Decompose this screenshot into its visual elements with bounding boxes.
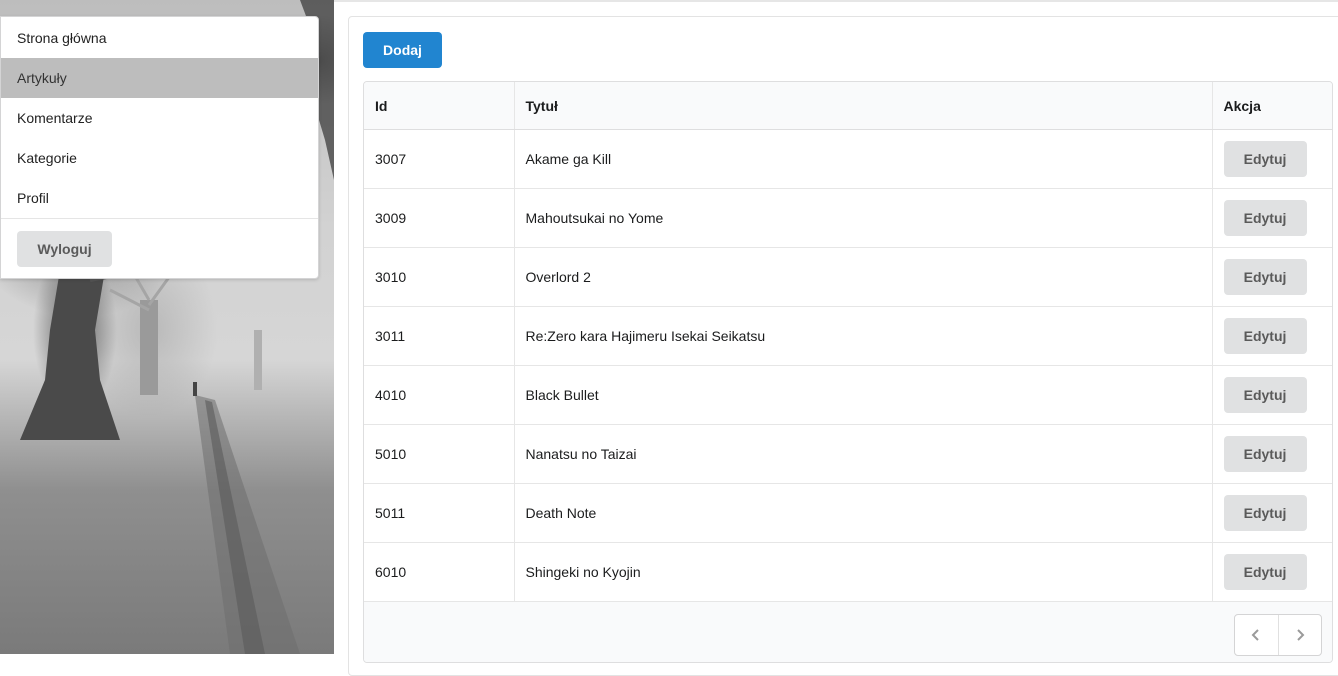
sidebar-item-home[interactable]: Strona główna [1, 18, 318, 58]
cell-title: Re:Zero kara Hajimeru Isekai Seikatsu [513, 306, 1212, 366]
main-panel: Dodaj Id Tytuł Akcja 3007 Akame ga Kill Ed… [348, 16, 1338, 676]
add-button[interactable]: Dodaj [363, 32, 442, 68]
table-body: 3007 Akame ga Kill Edytuj 3009 Mahoutsukai n… [364, 129, 1332, 602]
sidebar-item-articles[interactable]: Artykuły [1, 58, 318, 98]
table-row: 5011 Death Note Edytuj [364, 483, 1332, 543]
table-row: 4010 Black Bullet Edytuj [364, 365, 1332, 425]
pagination [1234, 614, 1322, 656]
edit-button[interactable]: Edytuj [1223, 495, 1307, 531]
prev-page-button[interactable] [1235, 615, 1278, 655]
cell-action: Edytuj [1211, 483, 1332, 543]
top-border [334, 0, 1338, 2]
cell-id: 3009 [364, 188, 514, 248]
cell-title: Black Bullet [513, 365, 1212, 425]
cell-title: Nanatsu no Taizai [513, 424, 1212, 484]
table-header-row: Id Tytuł Akcja [364, 82, 1332, 130]
edit-button[interactable]: Edytuj [1223, 141, 1307, 177]
cell-id: 3007 [364, 129, 514, 189]
edit-button[interactable]: Edytuj [1223, 554, 1307, 590]
cell-action: Edytuj [1211, 365, 1332, 425]
cell-id: 6010 [364, 542, 514, 602]
edit-button[interactable]: Edytuj [1223, 200, 1307, 236]
table-row: 3011 Re:Zero kara Hajimeru Isekai Seikats… [364, 306, 1332, 366]
table-row: 3009 Mahoutsukai no Yome Edytuj [364, 188, 1332, 248]
sidebar-item-profile[interactable]: Profil [1, 178, 318, 218]
cell-title: Mahoutsukai no Yome [513, 188, 1212, 248]
cell-title: Death Note [513, 483, 1212, 543]
edit-button[interactable]: Edytuj [1223, 377, 1307, 413]
column-header-action: Akcja [1211, 82, 1332, 130]
cell-action: Edytuj [1211, 129, 1332, 189]
next-page-button[interactable] [1277, 615, 1322, 655]
sidebar-menu: Strona główna Artykuły Komentarze Katego… [0, 16, 319, 279]
cell-action: Edytuj [1211, 247, 1332, 307]
cell-action: Edytuj [1211, 188, 1332, 248]
cell-action: Edytuj [1211, 424, 1332, 484]
logout-button[interactable]: Wyloguj [17, 231, 112, 267]
table-row: 3010 Overlord 2 Edytuj [364, 247, 1332, 307]
cell-action: Edytuj [1211, 306, 1332, 366]
column-header-id: Id [364, 82, 514, 130]
cell-title: Akame ga Kill [513, 129, 1212, 189]
cell-id: 5010 [364, 424, 514, 484]
edit-button[interactable]: Edytuj [1223, 318, 1307, 354]
cell-title: Overlord 2 [513, 247, 1212, 307]
cell-id: 5011 [364, 483, 514, 543]
articles-table: Id Tytuł Akcja 3007 Akame ga Kill Edytuj 30… [363, 81, 1333, 663]
sidebar-item-categories[interactable]: Kategorie [1, 138, 318, 178]
table-footer [364, 602, 1332, 662]
edit-button[interactable]: Edytuj [1223, 436, 1307, 472]
chevron-left-icon [1251, 629, 1259, 641]
logout-container: Wyloguj [1, 219, 318, 279]
table-row: 5010 Nanatsu no Taizai Edytuj [364, 424, 1332, 484]
edit-button[interactable]: Edytuj [1223, 259, 1307, 295]
cell-id: 3010 [364, 247, 514, 307]
cell-action: Edytuj [1211, 542, 1332, 602]
table-row: 6010 Shingeki no Kyojin Edytuj [364, 542, 1332, 602]
cell-id: 4010 [364, 365, 514, 425]
chevron-right-icon [1297, 629, 1305, 641]
column-header-title: Tytuł [513, 82, 1212, 130]
sidebar-item-comments[interactable]: Komentarze [1, 98, 318, 138]
cell-id: 3011 [364, 306, 514, 366]
table-row: 3007 Akame ga Kill Edytuj [364, 129, 1332, 189]
cell-title: Shingeki no Kyojin [513, 542, 1212, 602]
